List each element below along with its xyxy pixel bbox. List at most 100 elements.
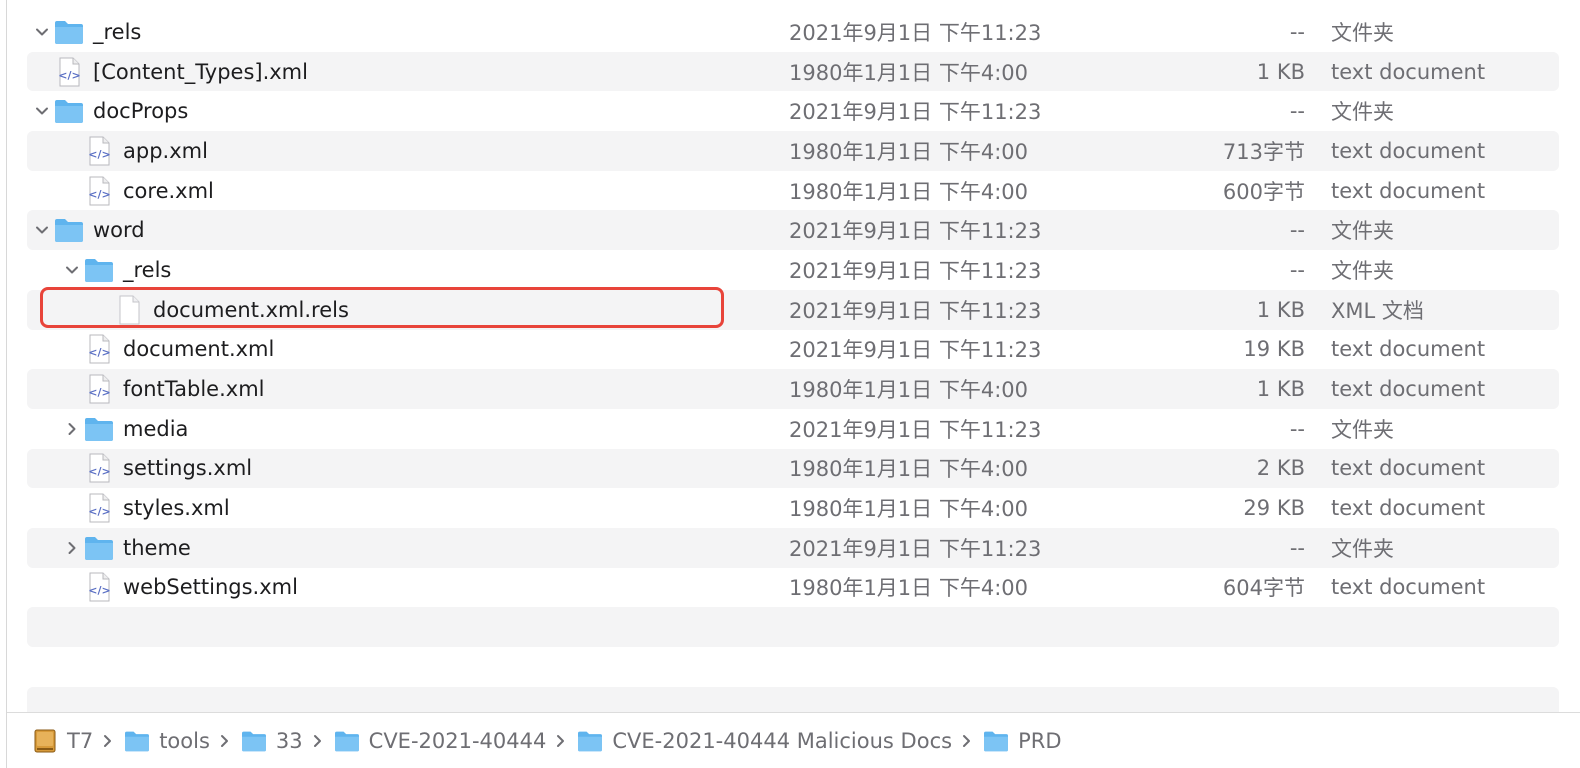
- svg-text:</>: </>: [88, 386, 110, 399]
- path-crumb[interactable]: tools: [123, 728, 210, 754]
- chevron-right-icon[interactable]: [61, 418, 83, 440]
- folder-icon: [83, 532, 115, 564]
- xml-file-icon: </>: [83, 571, 115, 603]
- path-crumb-label: 33: [275, 728, 303, 753]
- name-cell: </> [Content_Types].xml: [27, 52, 767, 92]
- svg-text:</>: </>: [88, 505, 110, 518]
- path-bar: T7 tools 33 CVE-2021-40444 CVE-2021-40444 Ma…: [7, 712, 1580, 768]
- file-row[interactable]: document.xml.rels 2021年9月1日 下午11:23 1 KB XM…: [27, 289, 1559, 330]
- file-row[interactable]: </> document.xml 2021年9月1日 下午11:23 19 KB tex…: [27, 330, 1559, 370]
- file-kind: text document: [1331, 59, 1486, 84]
- xml-file-icon: </>: [83, 175, 115, 207]
- file-size: --: [1289, 99, 1305, 124]
- name-cell: </> styles.xml: [27, 488, 767, 528]
- file-date: 2021年9月1日 下午11:23: [789, 258, 1042, 283]
- file-size: 600字节: [1222, 179, 1305, 204]
- file-name: styles.xml: [123, 496, 230, 521]
- file-date: 2021年9月1日 下午11:23: [789, 20, 1042, 45]
- file-row[interactable]: </> [Content_Types].xml 1980年1月1日 下午4:00 1 …: [27, 51, 1559, 92]
- svg-text:</>: </>: [88, 584, 110, 597]
- file-size: 604字节: [1222, 576, 1305, 601]
- path-crumb-label: tools: [159, 728, 210, 753]
- file-name: _rels: [123, 257, 172, 282]
- path-crumb[interactable]: 33: [240, 728, 303, 754]
- file-date: 2021年9月1日 下午11:23: [789, 298, 1042, 323]
- file-kind: 文件夹: [1331, 536, 1394, 561]
- file-row[interactable]: _rels 2021年9月1日 下午11:23 -- 文件夹: [27, 12, 1559, 52]
- path-crumb-label: CVE-2021-40444: [368, 728, 547, 753]
- file-kind: 文件夹: [1331, 417, 1394, 442]
- svg-text:</>: </>: [58, 69, 80, 82]
- chevron-right-icon[interactable]: [61, 537, 83, 559]
- folder-icon: [53, 16, 85, 48]
- name-cell: docProps: [27, 91, 767, 131]
- file-name: document.xml.rels: [153, 297, 349, 322]
- file-kind: text document: [1331, 496, 1486, 521]
- chevron-down-icon[interactable]: [31, 21, 53, 43]
- name-cell: theme: [27, 528, 767, 568]
- file-row[interactable]: </> core.xml 1980年1月1日 下午4:00 600字节 text doc…: [27, 171, 1559, 211]
- xml-file-icon: </>: [83, 492, 115, 524]
- folder-icon: [123, 728, 151, 754]
- name-cell: _rels: [27, 250, 767, 290]
- chevron-right-icon: [962, 734, 972, 748]
- folder-icon: [240, 728, 268, 754]
- file-kind: 文件夹: [1331, 258, 1394, 283]
- path-crumb-label: T7: [67, 728, 94, 753]
- file-kind: text document: [1331, 575, 1486, 600]
- name-cell: </> fontTable.xml: [27, 369, 767, 409]
- file-size: 1 KB: [1256, 297, 1305, 322]
- file-row[interactable]: media 2021年9月1日 下午11:23 -- 文件夹: [27, 409, 1559, 449]
- chevron-down-icon[interactable]: [31, 100, 53, 122]
- path-crumb[interactable]: CVE-2021-40444: [333, 728, 547, 754]
- file-name: docProps: [93, 99, 189, 124]
- file-row[interactable]: </> styles.xml 1980年1月1日 下午4:00 29 KB text d…: [27, 488, 1559, 528]
- file-name: [Content_Types].xml: [93, 59, 308, 84]
- file-date: 1980年1月1日 下午4:00: [789, 576, 1028, 601]
- file-kind: 文件夹: [1331, 100, 1394, 125]
- file-kind: text document: [1331, 456, 1486, 481]
- folder-icon: [982, 728, 1010, 754]
- path-crumb-label: PRD: [1018, 728, 1062, 753]
- file-row[interactable]: </> app.xml 1980年1月1日 下午4:00 713字节 text docu…: [27, 131, 1559, 171]
- file-list: _rels 2021年9月1日 下午11:23 -- 文件夹 </> [Content_T…: [27, 12, 1559, 727]
- file-row[interactable]: _rels 2021年9月1日 下午11:23 -- 文件夹: [27, 250, 1559, 290]
- xml-file-icon: </>: [83, 373, 115, 405]
- path-crumb[interactable]: PRD: [982, 728, 1062, 754]
- file-row[interactable]: </> settings.xml 1980年1月1日 下午4:00 2 KB text …: [27, 448, 1559, 489]
- file-size: 713字节: [1222, 139, 1305, 164]
- name-cell: </> app.xml: [27, 131, 767, 171]
- drive-icon: [31, 728, 59, 754]
- folder-icon: [53, 95, 85, 127]
- path-crumb[interactable]: CVE-2021-40444 Malicious Docs: [576, 728, 952, 754]
- xml-file-icon: </>: [83, 333, 115, 365]
- file-size: 29 KB: [1243, 496, 1305, 521]
- file-row[interactable]: </> fontTable.xml 1980年1月1日 下午4:00 1 KB text…: [27, 369, 1559, 409]
- file-name: media: [123, 416, 189, 441]
- chevron-down-icon[interactable]: [31, 219, 53, 241]
- file-row[interactable]: word 2021年9月1日 下午11:23 -- 文件夹: [27, 210, 1559, 251]
- file-size: 2 KB: [1256, 456, 1305, 481]
- file-name: settings.xml: [123, 456, 253, 481]
- file-row[interactable]: theme 2021年9月1日 下午11:23 -- 文件夹: [27, 527, 1559, 568]
- chevron-right-icon: [556, 734, 566, 748]
- xml-file-icon: </>: [83, 135, 115, 167]
- path-crumb[interactable]: T7: [31, 728, 93, 754]
- name-cell: document.xml.rels: [27, 290, 767, 330]
- file-kind: text document: [1331, 138, 1486, 163]
- file-size: --: [1289, 218, 1305, 243]
- file-size: 19 KB: [1243, 337, 1305, 362]
- file-row[interactable]: </> webSettings.xml 1980年1月1日 下午4:00 604字节 t…: [27, 568, 1559, 608]
- file-row[interactable]: docProps 2021年9月1日 下午11:23 -- 文件夹: [27, 91, 1559, 131]
- xml-file-icon: </>: [53, 56, 85, 88]
- file-size: --: [1289, 257, 1305, 282]
- empty-row: [27, 607, 1559, 647]
- chevron-down-icon[interactable]: [61, 259, 83, 281]
- folder-icon: [53, 214, 85, 246]
